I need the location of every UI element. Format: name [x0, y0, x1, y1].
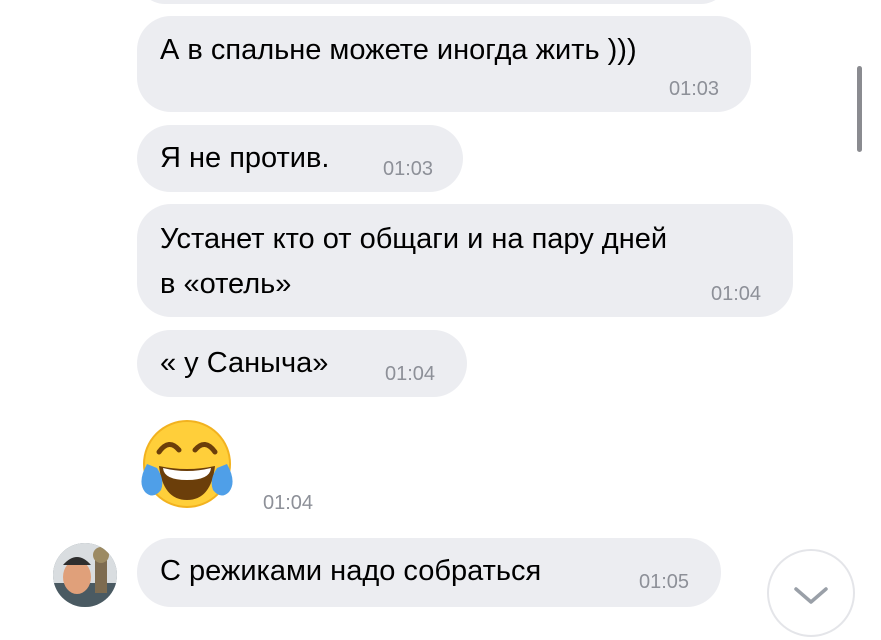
message-bubble[interactable]: « у Саныча» 01:04: [137, 330, 467, 397]
message-bubble[interactable]: С режиками надо собраться 01:05: [137, 538, 721, 607]
message-text: С режиками надо собраться: [160, 555, 542, 587]
message-time: 01:04: [711, 283, 762, 305]
message-text: Я не против.: [160, 142, 330, 174]
message-time: 01:03: [669, 78, 720, 100]
message-text-line-1: Устанет кто от общаги и на пару дней: [160, 223, 668, 255]
message-text-line-2: в «отель»: [160, 268, 292, 300]
message-time: 01:05: [639, 571, 690, 593]
message-time: 01:03: [383, 158, 434, 180]
emoji-svg: [141, 420, 233, 508]
sender-avatar[interactable]: [53, 543, 117, 607]
message-bubble[interactable]: Я не против. 01:03: [137, 125, 463, 192]
message-bubble[interactable]: А в спальне можете иногда жить ))) 01:03: [137, 16, 751, 112]
message-time: 01:04: [385, 363, 436, 385]
message-bubble[interactable]: Устанет кто от общаги и на пару дней в «…: [137, 204, 793, 317]
message-time: 01:04: [263, 492, 314, 514]
previous-message-bubble-edge: [137, 0, 729, 4]
chat-message-list[interactable]: А в спальне можете иногда жить ))) 01:03…: [0, 0, 881, 637]
message-text: « у Саныча»: [160, 347, 329, 379]
face-with-tears-of-joy-icon[interactable]: [139, 420, 235, 510]
avatar-image: [53, 543, 117, 607]
chevron-down-icon: [794, 587, 828, 604]
scroll-down-button[interactable]: [767, 549, 855, 637]
scrollbar[interactable]: [857, 66, 862, 152]
message-text: А в спальне можете иногда жить ))): [160, 34, 637, 66]
